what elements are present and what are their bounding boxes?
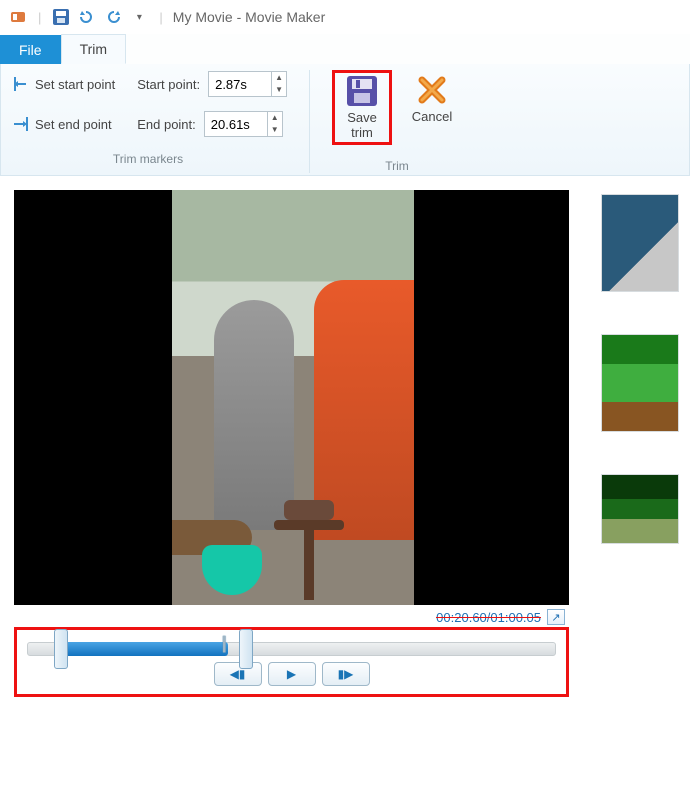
play-icon: ▶	[287, 667, 296, 681]
app-icon	[8, 7, 28, 27]
ribbon: Set start point Set end point Start poin…	[0, 64, 690, 176]
window-title: My Movie - Movie Maker	[173, 9, 325, 25]
playhead[interactable]: ▎	[223, 636, 234, 653]
set-start-point-button[interactable]: Set start point	[9, 70, 119, 98]
trim-end-handle[interactable]	[239, 629, 253, 669]
next-frame-button[interactable]: ▮▶	[322, 662, 370, 686]
group-separator	[309, 70, 310, 173]
trim-end-icon	[13, 117, 29, 131]
save-icon	[346, 75, 378, 107]
start-point-spinner[interactable]: ▲▼	[208, 71, 287, 97]
separator: |	[159, 10, 162, 25]
start-point-input[interactable]	[209, 75, 271, 94]
qat-customize-icon[interactable]: ▾	[129, 7, 149, 27]
workspace: 00:20.60/01:00.05 ↗ ▎ ◀▮ ▶ ▮▶	[0, 176, 690, 697]
set-end-label: Set end point	[35, 117, 112, 132]
clip-thumbnail[interactable]	[601, 194, 679, 292]
separator: |	[38, 10, 41, 25]
cancel-button[interactable]: Cancel	[402, 70, 462, 145]
trim-slider-highlight: ▎ ◀▮ ▶ ▮▶	[14, 627, 569, 697]
play-button[interactable]: ▶	[268, 662, 316, 686]
preview-pane: 00:20.60/01:00.05 ↗ ▎ ◀▮ ▶ ▮▶	[14, 190, 569, 697]
fullscreen-icon[interactable]: ↗	[547, 609, 565, 625]
spin-up-icon[interactable]: ▲	[268, 112, 282, 124]
end-point-input[interactable]	[205, 115, 267, 134]
group-label-trim: Trim	[332, 155, 462, 173]
cancel-label: Cancel	[412, 109, 452, 124]
tab-trim[interactable]: Trim	[61, 34, 126, 64]
end-point-label: End point:	[137, 117, 196, 132]
step-back-icon: ◀▮	[230, 667, 246, 681]
timecode-display: 00:20.60/01:00.05	[436, 610, 541, 625]
qat-save-icon[interactable]	[51, 7, 71, 27]
ribbon-tabs: File Trim	[0, 34, 690, 64]
storyboard	[601, 190, 681, 697]
prev-frame-button[interactable]: ◀▮	[214, 662, 262, 686]
save-trim-label-1: Save	[347, 110, 377, 125]
step-forward-icon: ▮▶	[338, 667, 354, 681]
playback-controls: ◀▮ ▶ ▮▶	[27, 662, 556, 686]
set-start-label: Set start point	[35, 77, 115, 92]
title-bar: | ▾ | My Movie - Movie Maker	[0, 0, 690, 34]
video-preview[interactable]	[14, 190, 569, 605]
save-trim-button[interactable]: Save trim	[332, 70, 392, 145]
cancel-icon	[416, 74, 448, 106]
spin-up-icon[interactable]: ▲	[272, 72, 286, 84]
tab-file[interactable]: File	[0, 35, 61, 64]
undo-icon[interactable]	[77, 7, 97, 27]
group-label-trim-markers: Trim markers	[9, 148, 287, 166]
spin-down-icon[interactable]: ▼	[268, 124, 282, 136]
spin-down-icon[interactable]: ▼	[272, 84, 286, 96]
clip-thumbnail[interactable]	[601, 334, 679, 432]
clip-thumbnail[interactable]	[601, 474, 679, 544]
save-trim-label-2: trim	[351, 125, 373, 140]
set-end-point-button[interactable]: Set end point	[9, 110, 119, 138]
trim-start-icon	[13, 77, 29, 91]
trim-start-handle[interactable]	[54, 629, 68, 669]
redo-icon[interactable]	[103, 7, 123, 27]
end-point-spinner[interactable]: ▲▼	[204, 111, 283, 137]
trim-selection	[60, 642, 229, 656]
trim-track[interactable]: ▎	[27, 642, 556, 656]
start-point-label: Start point:	[137, 77, 200, 92]
